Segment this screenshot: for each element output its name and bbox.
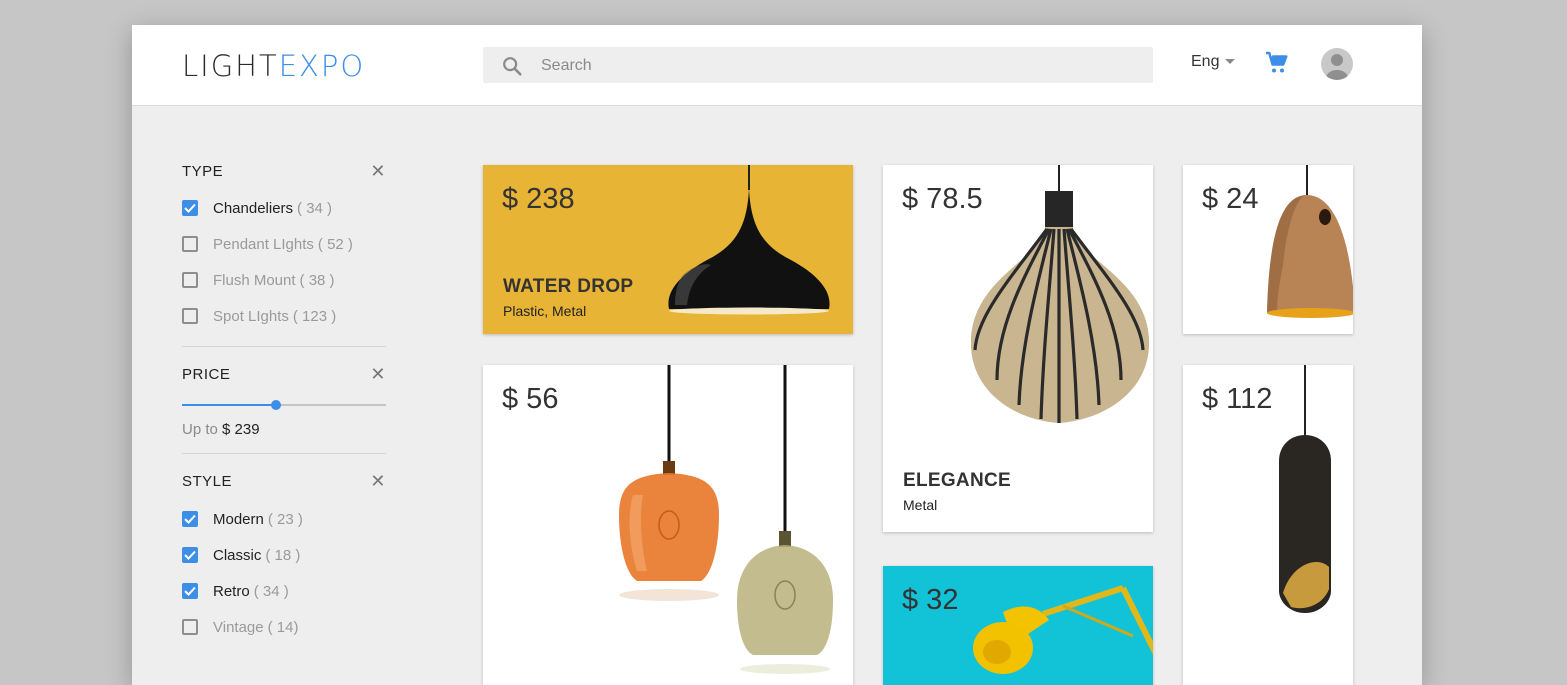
- logo-text-light: LIGHT: [182, 49, 279, 83]
- checkbox-icon[interactable]: [182, 236, 198, 252]
- checkbox-icon[interactable]: [182, 200, 198, 216]
- slider-fill: [182, 404, 276, 406]
- lamp-image: [668, 165, 830, 315]
- price-readout: Up to $ 239: [182, 421, 386, 438]
- cart-icon[interactable]: [1265, 51, 1289, 80]
- option-label: Modern: [213, 510, 264, 528]
- style-option-classic[interactable]: Classic ( 18 ): [182, 537, 386, 573]
- product-price: $ 32: [902, 584, 959, 616]
- product-card-wood-pendant[interactable]: $ 24: [1183, 165, 1353, 334]
- option-count: ( 23 ): [267, 510, 303, 528]
- type-option-flush-mount[interactable]: Flush Mount ( 38 ): [182, 262, 386, 298]
- close-icon[interactable]: ✕: [370, 365, 386, 383]
- option-count: ( 18 ): [265, 546, 301, 564]
- product-material: Plastic, Metal: [503, 303, 587, 319]
- type-option-spot-lights[interactable]: Spot LIghts ( 123 ): [182, 298, 386, 334]
- lamp-image: [1279, 365, 1331, 613]
- type-option-chandeliers[interactable]: Chandeliers ( 34 ): [182, 190, 386, 226]
- option-label: Retro: [213, 582, 250, 600]
- lamp-image: [1267, 165, 1353, 318]
- filter-price-title: PRICE: [182, 365, 231, 383]
- style-option-retro[interactable]: Retro ( 34 ): [182, 573, 386, 609]
- lamp-image: [973, 585, 1153, 674]
- logo[interactable]: LIGHTEXPO: [182, 49, 365, 83]
- user-avatar-icon[interactable]: [1321, 48, 1353, 80]
- product-price: $ 24: [1202, 183, 1259, 215]
- search-bar: [483, 47, 1153, 85]
- product-card-glass-pendants[interactable]: $ 56: [483, 365, 853, 685]
- option-count: ( 14): [267, 618, 299, 636]
- option-label: Spot LIghts: [213, 307, 289, 325]
- language-label: Eng: [1191, 53, 1220, 70]
- filter-style: STYLE ✕ Modern ( 23 ) Classic ( 18 ) Ret…: [182, 454, 386, 645]
- product-card-tube-pendant[interactable]: $ 112: [1183, 365, 1353, 685]
- lamp-image: [970, 165, 1150, 423]
- product-card-elegance[interactable]: $ 78.5 ELEGANCE Metal: [883, 165, 1153, 532]
- filter-type-title: TYPE: [182, 162, 224, 180]
- filters-sidebar: TYPE ✕ Chandeliers ( 34 ) Pendant LIghts…: [182, 105, 386, 645]
- style-option-vintage[interactable]: Vintage ( 14): [182, 609, 386, 645]
- checkbox-icon[interactable]: [182, 308, 198, 324]
- top-bar: LIGHTEXPO Eng: [132, 25, 1422, 106]
- option-count: ( 52 ): [317, 235, 353, 253]
- option-label: Classic: [213, 546, 262, 564]
- lamp-image: [619, 365, 833, 674]
- logo-text-expo: EXPO: [278, 49, 366, 83]
- product-card-desk-lamp[interactable]: $ 32: [883, 566, 1153, 685]
- option-count: ( 38 ): [299, 271, 335, 289]
- app-window: LIGHTEXPO Eng: [132, 25, 1422, 685]
- filter-style-title: STYLE: [182, 472, 233, 490]
- product-price: $ 238: [502, 183, 575, 215]
- option-label: Flush Mount: [213, 271, 296, 289]
- search-icon: [503, 57, 522, 76]
- caret-down-icon: [1225, 59, 1236, 64]
- option-label: Vintage: [213, 618, 264, 636]
- product-name: ELEGANCE: [903, 470, 1011, 491]
- close-icon[interactable]: ✕: [370, 472, 386, 490]
- checkbox-icon[interactable]: [182, 511, 198, 527]
- filter-style-header: STYLE ✕: [182, 472, 386, 490]
- filter-price-header: PRICE ✕: [182, 365, 386, 383]
- filter-type-header: TYPE ✕: [182, 162, 386, 180]
- price-slider[interactable]: [182, 395, 386, 415]
- option-count: ( 34 ): [253, 582, 289, 600]
- checkbox-icon[interactable]: [182, 619, 198, 635]
- option-label: Pendant LIghts: [213, 235, 314, 253]
- search-input[interactable]: [539, 47, 1143, 85]
- style-option-modern[interactable]: Modern ( 23 ): [182, 501, 386, 537]
- filter-price: PRICE ✕ Up to $ 239: [182, 347, 386, 438]
- option-label: Chandeliers: [213, 199, 294, 217]
- price-prefix: Up to: [182, 421, 218, 438]
- product-card-water-drop[interactable]: $ 238 WATER DROP Plastic, Metal: [483, 165, 853, 334]
- type-option-pendant-lights[interactable]: Pendant LIghts ( 52 ): [182, 226, 386, 262]
- filter-type: TYPE ✕ Chandeliers ( 34 ) Pendant LIghts…: [182, 105, 386, 334]
- product-price: $ 56: [502, 383, 559, 415]
- language-selector[interactable]: Eng: [1191, 53, 1236, 71]
- option-count: ( 34 ): [297, 199, 333, 217]
- product-material: Metal: [903, 497, 938, 513]
- slider-thumb[interactable]: [270, 400, 281, 410]
- checkbox-icon[interactable]: [182, 547, 198, 563]
- checkbox-icon[interactable]: [182, 272, 198, 288]
- close-icon[interactable]: ✕: [370, 162, 386, 180]
- product-name: WATER DROP: [503, 276, 634, 297]
- price-value: $ 239: [222, 421, 260, 438]
- checkbox-icon[interactable]: [182, 583, 198, 599]
- option-count: ( 123 ): [292, 307, 337, 325]
